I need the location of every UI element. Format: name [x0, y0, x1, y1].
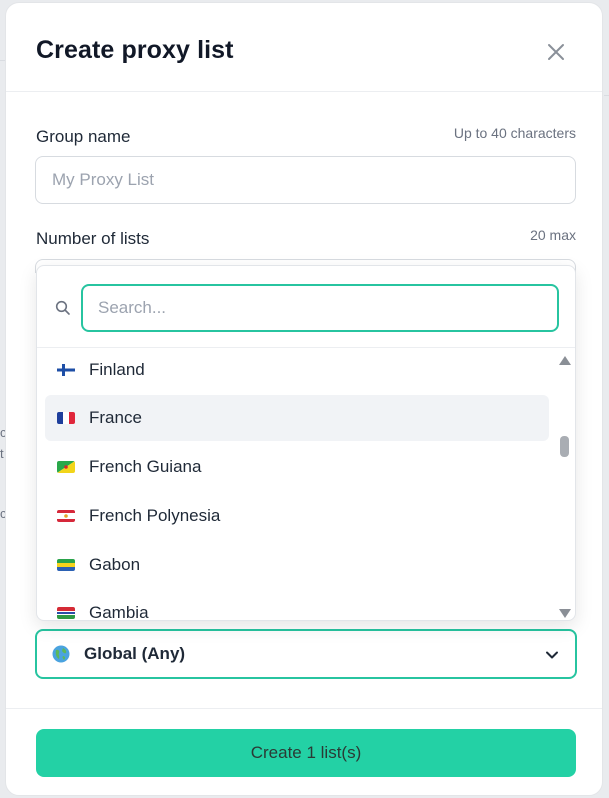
country-name: French Polynesia	[89, 506, 221, 525]
country-name: Gambia	[89, 603, 149, 621]
footer-divider	[6, 708, 602, 709]
location-value: Global (Any)	[84, 644, 186, 663]
country-dropdown: Finland France French Guiana	[36, 265, 576, 621]
location-select[interactable]: Global (Any)	[35, 629, 577, 679]
finland-flag-icon	[57, 364, 75, 376]
gambia-flag-icon	[57, 607, 75, 619]
modal-header: Create proxy list	[6, 3, 602, 92]
scroll-up-button[interactable]	[558, 355, 572, 365]
number-of-lists-hint: 20 max	[530, 227, 576, 243]
close-button[interactable]	[541, 37, 571, 67]
chevron-down-icon	[546, 651, 558, 659]
country-search-input[interactable]	[81, 284, 559, 332]
modal-title: Create proxy list	[36, 36, 234, 64]
search-icon	[55, 300, 70, 315]
country-name: Finland	[89, 360, 145, 379]
country-name: Gabon	[89, 555, 141, 574]
country-list: Finland France French Guiana French Poly…	[37, 349, 562, 621]
country-option-gabon[interactable]: Gabon	[45, 542, 549, 588]
create-list-button[interactable]: Create 1 list(s)	[36, 729, 576, 777]
country-option-france[interactable]: France	[45, 395, 549, 441]
group-name-label: Group name	[36, 127, 131, 146]
scrollbar-thumb[interactable]	[560, 436, 569, 457]
triangle-down-icon	[559, 608, 571, 618]
number-of-lists-label: Number of lists	[36, 229, 150, 248]
group-name-input[interactable]	[35, 156, 576, 204]
french-polynesia-flag-icon	[57, 510, 75, 522]
france-flag-icon	[57, 412, 75, 424]
gabon-flag-icon	[57, 559, 75, 571]
background-divider	[604, 95, 609, 96]
country-name: French Guiana	[89, 457, 202, 476]
group-name-hint: Up to 40 characters	[453, 125, 576, 141]
search-row	[37, 266, 575, 348]
country-option-french-guiana[interactable]: French Guiana	[45, 444, 549, 490]
create-proxy-list-modal: Create proxy list Group name Up to 40 ch…	[5, 2, 603, 796]
country-name: France	[89, 408, 142, 427]
triangle-up-icon	[559, 355, 571, 365]
french-guiana-flag-icon	[57, 461, 75, 473]
country-option-finland[interactable]: Finland	[45, 349, 549, 393]
scroll-down-button[interactable]	[558, 608, 572, 618]
globe-icon	[52, 645, 70, 663]
background-text: t	[0, 446, 4, 461]
close-icon	[548, 44, 564, 60]
country-option-gambia[interactable]: Gambia	[45, 590, 549, 621]
country-option-french-polynesia[interactable]: French Polynesia	[45, 493, 549, 539]
